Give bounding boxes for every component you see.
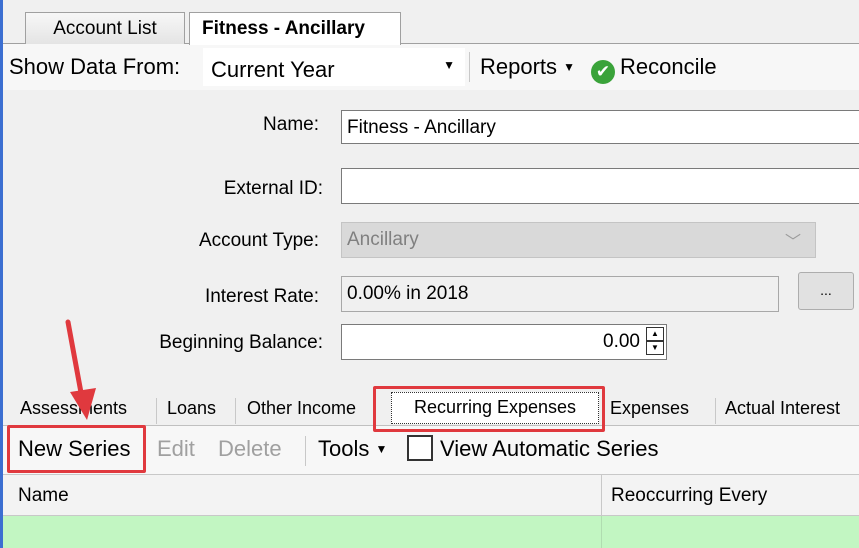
tab-other-income[interactable]: Other Income: [247, 398, 356, 419]
column-header-reoccurring-every[interactable]: Reoccurring Every: [611, 485, 767, 507]
tab-separator: [235, 398, 236, 424]
spin-down-icon[interactable]: ▼: [646, 341, 664, 355]
beginning-balance-label: Beginning Balance:: [159, 332, 323, 353]
series-grid-header: Name Reoccurring Every: [3, 474, 859, 517]
name-input[interactable]: Fitness - Ancillary: [341, 110, 859, 144]
beginning-balance-input[interactable]: 0.00 ▲ ▼: [341, 324, 667, 360]
balance-spinner[interactable]: ▲ ▼: [646, 327, 664, 355]
interest-rate-field: 0.00% in 2018: [341, 276, 779, 312]
tab-fitness-ancillary[interactable]: Fitness - Ancillary: [189, 12, 401, 45]
external-id-label: External ID:: [223, 178, 323, 199]
column-header-name[interactable]: Name: [18, 485, 69, 507]
spin-up-icon[interactable]: ▲: [646, 327, 664, 341]
account-form: Name: Fitness - Ancillary External ID: A…: [3, 90, 859, 380]
column-divider[interactable]: [601, 475, 602, 517]
column-divider: [601, 516, 602, 548]
delete-button[interactable]: Delete: [218, 436, 282, 462]
interest-rate-edit-button[interactable]: ...: [798, 272, 854, 310]
tab-expenses[interactable]: Expenses: [610, 398, 689, 419]
view-automatic-series-checkbox[interactable]: [407, 435, 433, 461]
tab-separator: [715, 398, 716, 424]
check-circle-icon: ✔: [591, 60, 615, 84]
reconcile-label: Reconcile: [620, 54, 717, 79]
account-type-label: Account Type:: [198, 230, 319, 251]
external-id-input[interactable]: [341, 168, 859, 204]
table-row[interactable]: [3, 516, 859, 548]
tools-label: Tools: [318, 436, 370, 461]
toolbar-separator: [469, 52, 470, 82]
main-toolbar: Show Data From: Current Year ▼ Reports ▼…: [3, 44, 859, 90]
interest-rate-label: Interest Rate:: [204, 286, 319, 307]
show-data-from-select[interactable]: Current Year ▼: [203, 48, 465, 86]
reconcile-button[interactable]: ✔ Reconcile: [591, 54, 717, 84]
account-type-select[interactable]: Ancillary ﹀: [341, 222, 816, 258]
document-tab-strip: Account List Fitness - Ancillary: [3, 0, 859, 45]
tab-separator: [156, 398, 157, 424]
caret-down-icon: ▼: [563, 60, 576, 74]
tab-actual-interest[interactable]: Actual Interest: [725, 398, 840, 419]
account-type-value: Ancillary: [347, 229, 419, 250]
toolbar-separator: [305, 436, 306, 466]
reports-menu-button[interactable]: Reports ▼: [480, 54, 575, 80]
chevron-down-icon: ﹀: [784, 234, 801, 251]
annotation-arrow-icon: [65, 319, 96, 420]
tools-menu-button[interactable]: Tools ▼: [318, 436, 387, 462]
view-automatic-series-label[interactable]: View Automatic Series: [440, 436, 658, 462]
name-label: Name:: [263, 114, 319, 135]
caret-down-icon: ▼: [375, 442, 388, 456]
show-data-from-label: Show Data From:: [9, 54, 181, 79]
show-data-from-value: Current Year: [211, 57, 335, 82]
tab-account-list[interactable]: Account List: [25, 12, 185, 44]
reports-label: Reports: [480, 54, 558, 79]
beginning-balance-value: 0.00: [603, 331, 640, 352]
tab-loans[interactable]: Loans: [167, 398, 216, 419]
highlight-recurring-expenses: [373, 386, 605, 432]
chevron-down-icon: ▼: [443, 58, 455, 72]
edit-button[interactable]: Edit: [157, 436, 195, 462]
